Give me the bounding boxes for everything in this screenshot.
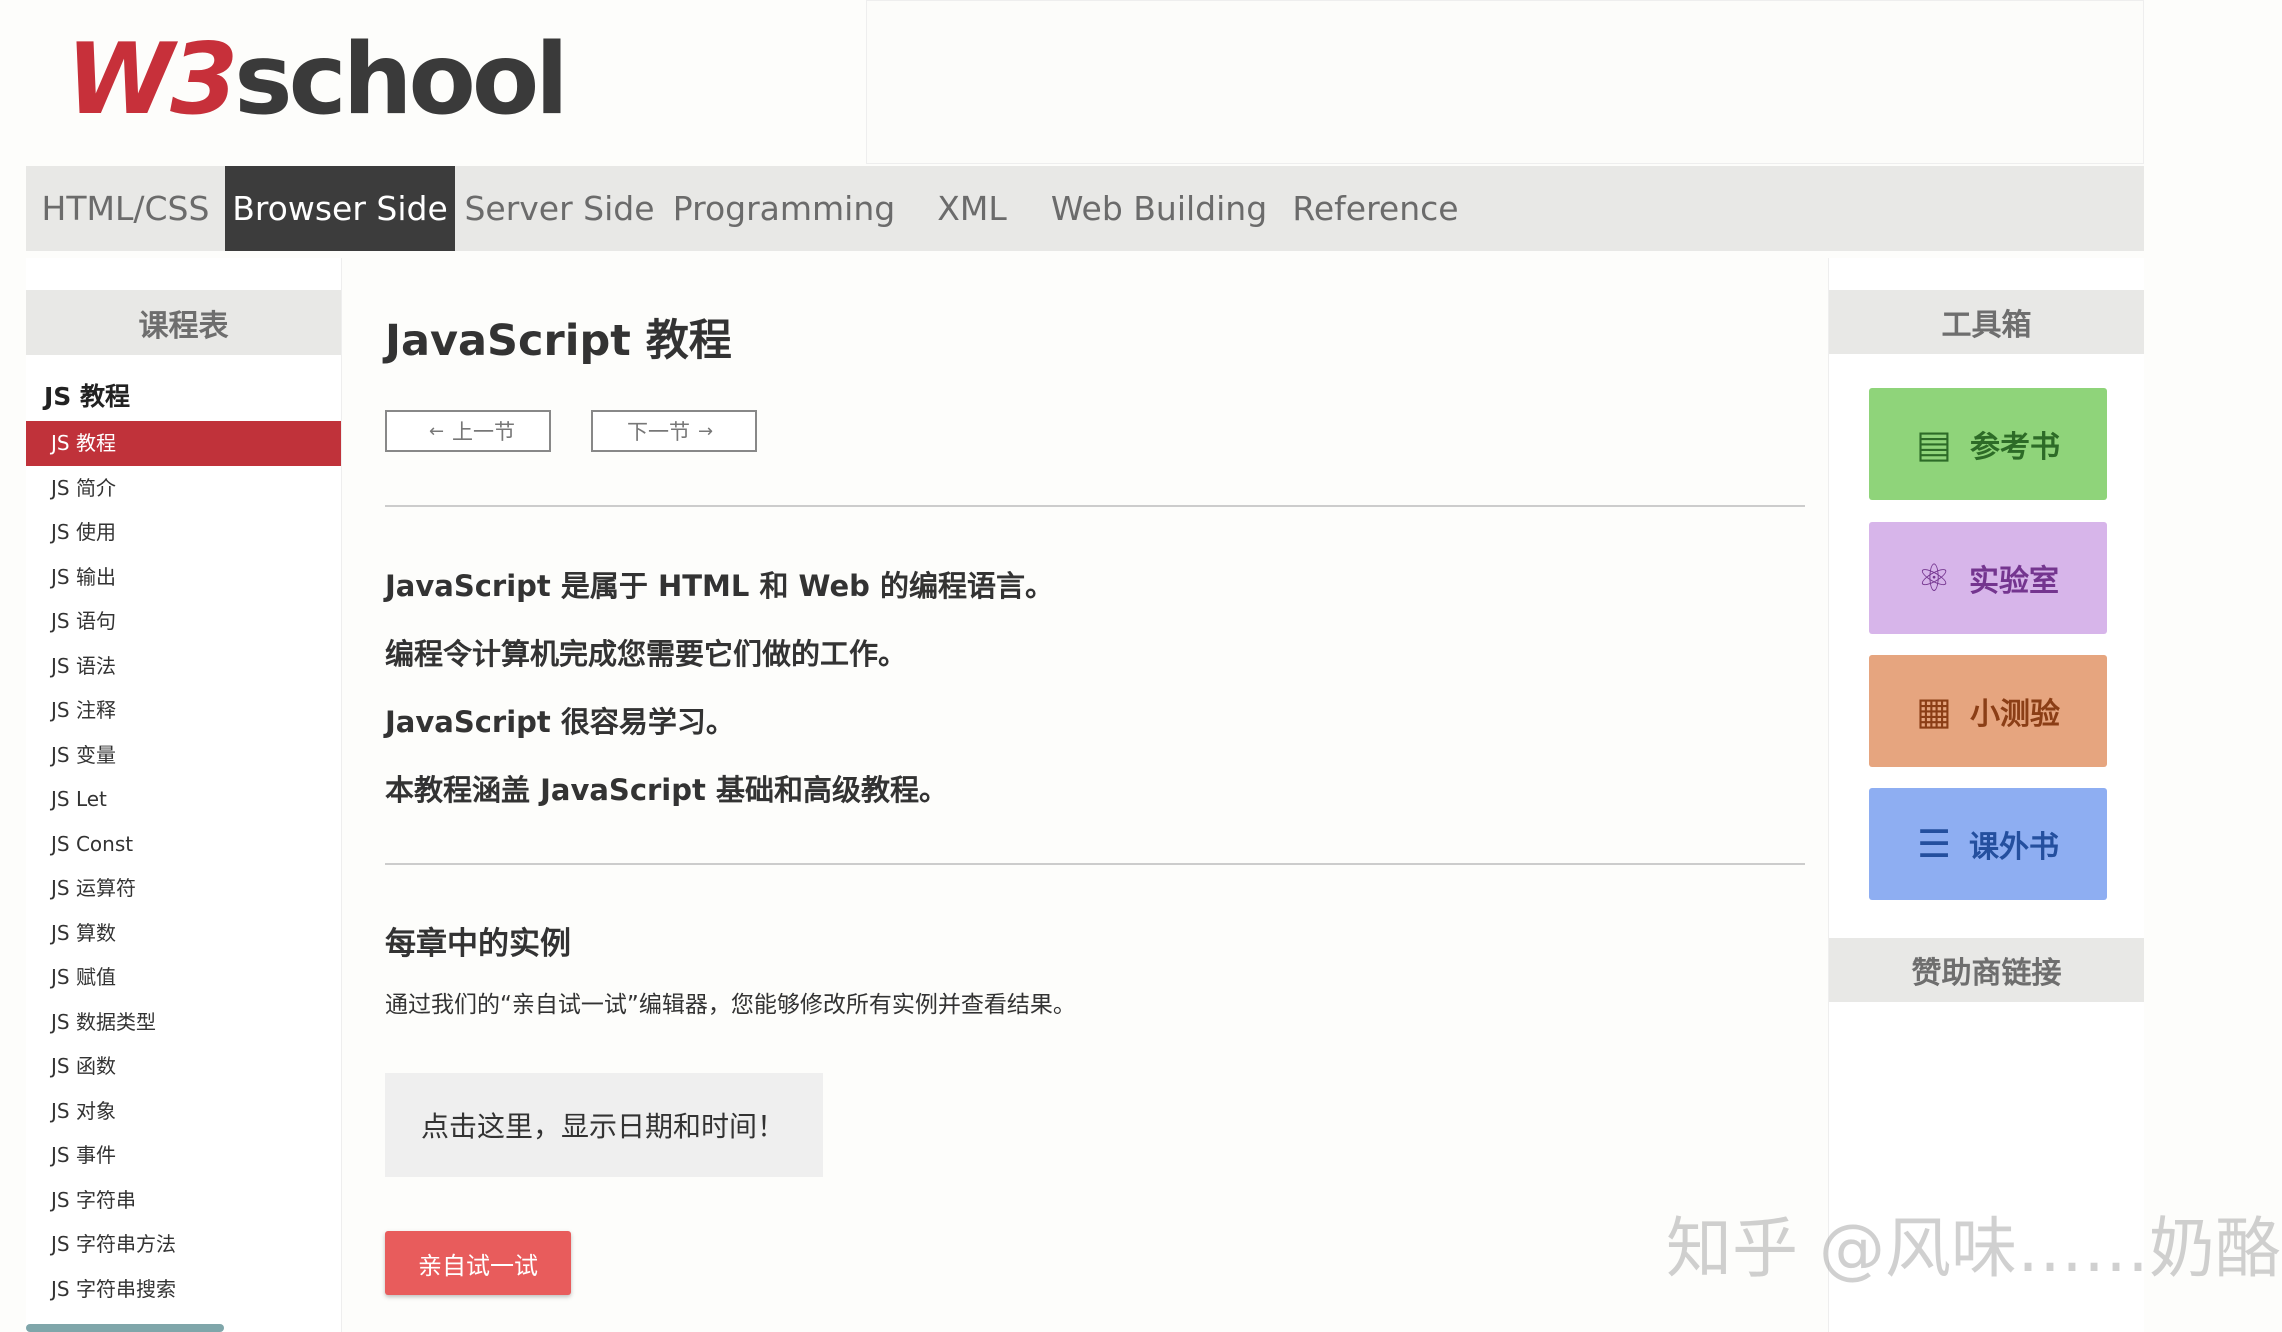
- sidebar-item[interactable]: JS 注释: [26, 688, 341, 733]
- nav-reference[interactable]: Reference: [1278, 166, 1473, 251]
- reference-book-button[interactable]: ▤ 参考书: [1869, 388, 2107, 500]
- nav-xml[interactable]: XML: [904, 166, 1040, 251]
- sidebar-item[interactable]: JS 变量: [26, 733, 341, 778]
- lab-button[interactable]: ⚛ 实验室: [1869, 522, 2107, 634]
- quiz-button[interactable]: ▦ 小测验: [1869, 655, 2107, 767]
- top-nav: HTML/CSS Browser Side Server Side Progra…: [26, 166, 2144, 251]
- book-icon: ▤: [1916, 422, 1952, 466]
- sidebar-item[interactable]: JS 语法: [26, 644, 341, 689]
- nav-html-css[interactable]: HTML/CSS: [26, 166, 225, 251]
- sidebar-list: JS 教程 JS 简介 JS 使用 JS 输出 JS 语句 JS 语法 JS 注…: [26, 421, 341, 1311]
- sidebar-item[interactable]: JS 运算符: [26, 866, 341, 911]
- main-content: JavaScript 教程 ← 上一节 下一节 → JavaScript 是属于…: [342, 258, 1828, 1332]
- next-button[interactable]: 下一节 →: [591, 410, 757, 452]
- sidebar-item[interactable]: JS 字符串方法: [26, 1222, 341, 1267]
- page: W3school HTML/CSS Browser Side Server Si…: [0, 0, 2282, 1332]
- intro-line: 编程令计算机完成您需要它们做的工作。: [385, 637, 908, 671]
- intro-line: JavaScript 很容易学习。: [385, 705, 735, 739]
- nav-browser-side[interactable]: Browser Side: [225, 166, 455, 251]
- try-it-button[interactable]: 亲自试一试: [385, 1231, 571, 1295]
- horizontal-scrollbar[interactable]: [26, 1324, 224, 1332]
- sidebar-item[interactable]: JS 教程: [26, 421, 341, 466]
- page-title: JavaScript 教程: [385, 316, 732, 366]
- right-sidebar: 工具箱 ▤ 参考书 ⚛ 实验室 ▦ 小测验 ☰ 课外书 赞助商链接: [1828, 258, 2144, 1332]
- tool-label: 参考书: [1969, 430, 2060, 465]
- course-list-heading: 课程表: [26, 290, 341, 355]
- sidebar-section-title: JS 教程: [44, 382, 131, 411]
- sidebar-item[interactable]: JS 函数: [26, 1044, 341, 1089]
- sidebar-item[interactable]: JS 语句: [26, 599, 341, 644]
- tool-label: 实验室: [1969, 564, 2060, 599]
- examples-description: 通过我们的“亲自试一试”编辑器，您能够修改所有实例并查看结果。: [385, 992, 1076, 1018]
- sidebar-item[interactable]: JS 使用: [26, 510, 341, 555]
- intro-line: 本教程涵盖 JavaScript 基础和高级教程。: [385, 773, 948, 807]
- sidebar-item[interactable]: JS 事件: [26, 1133, 341, 1178]
- logo-w3: W3: [66, 23, 238, 137]
- sidebar-item[interactable]: JS 对象: [26, 1089, 341, 1134]
- divider: [385, 505, 1805, 507]
- atom-icon: ⚛: [1916, 556, 1952, 600]
- sidebar-item[interactable]: JS 赋值: [26, 955, 341, 1000]
- sidebar-item[interactable]: JS 输出: [26, 555, 341, 600]
- divider: [385, 863, 1805, 865]
- arrow-right-icon: →: [697, 420, 714, 442]
- sidebar-item[interactable]: JS Const: [26, 822, 341, 867]
- nav-programming[interactable]: Programming: [664, 166, 904, 251]
- extra-books-button[interactable]: ☰ 课外书: [1869, 788, 2107, 900]
- logo[interactable]: W3school: [66, 30, 569, 130]
- nav-server-side[interactable]: Server Side: [455, 166, 664, 251]
- left-sidebar: 课程表 JS 教程 JS 教程 JS 简介 JS 使用 JS 输出 JS 语句 …: [26, 258, 342, 1332]
- sponsor-heading: 赞助商链接: [1829, 938, 2144, 1002]
- sidebar-item[interactable]: JS 算数: [26, 911, 341, 956]
- sidebar-item[interactable]: JS 数据类型: [26, 1000, 341, 1045]
- toolbox-heading: 工具箱: [1829, 290, 2144, 354]
- sidebar-item[interactable]: JS 字符串搜索: [26, 1267, 341, 1312]
- header-ad-area: [866, 0, 2144, 164]
- logo-school: school: [234, 23, 568, 137]
- tool-label: 课外书: [1969, 830, 2060, 865]
- next-label: 下一节: [626, 420, 690, 444]
- sidebar-item[interactable]: JS Let: [26, 777, 341, 822]
- stack-icon: ☰: [1916, 822, 1952, 866]
- nav-web-building[interactable]: Web Building: [1040, 166, 1278, 251]
- sidebar-item[interactable]: JS 字符串: [26, 1178, 341, 1223]
- header: W3school: [26, 0, 866, 166]
- sidebar-item[interactable]: JS 简介: [26, 466, 341, 511]
- demo-date-box[interactable]: 点击这里，显示日期和时间！: [385, 1073, 823, 1177]
- tool-label: 小测验: [1969, 697, 2060, 732]
- arrow-left-icon: ←: [428, 420, 445, 442]
- examples-heading: 每章中的实例: [385, 926, 571, 962]
- prev-button[interactable]: ← 上一节: [385, 410, 551, 452]
- prev-label: 上一节: [452, 420, 516, 444]
- intro-line: JavaScript 是属于 HTML 和 Web 的编程语言。: [385, 569, 1055, 603]
- clipboard-icon: ▦: [1916, 689, 1952, 733]
- watermark: 知乎 @风味……奶酪: [1666, 1210, 2281, 1287]
